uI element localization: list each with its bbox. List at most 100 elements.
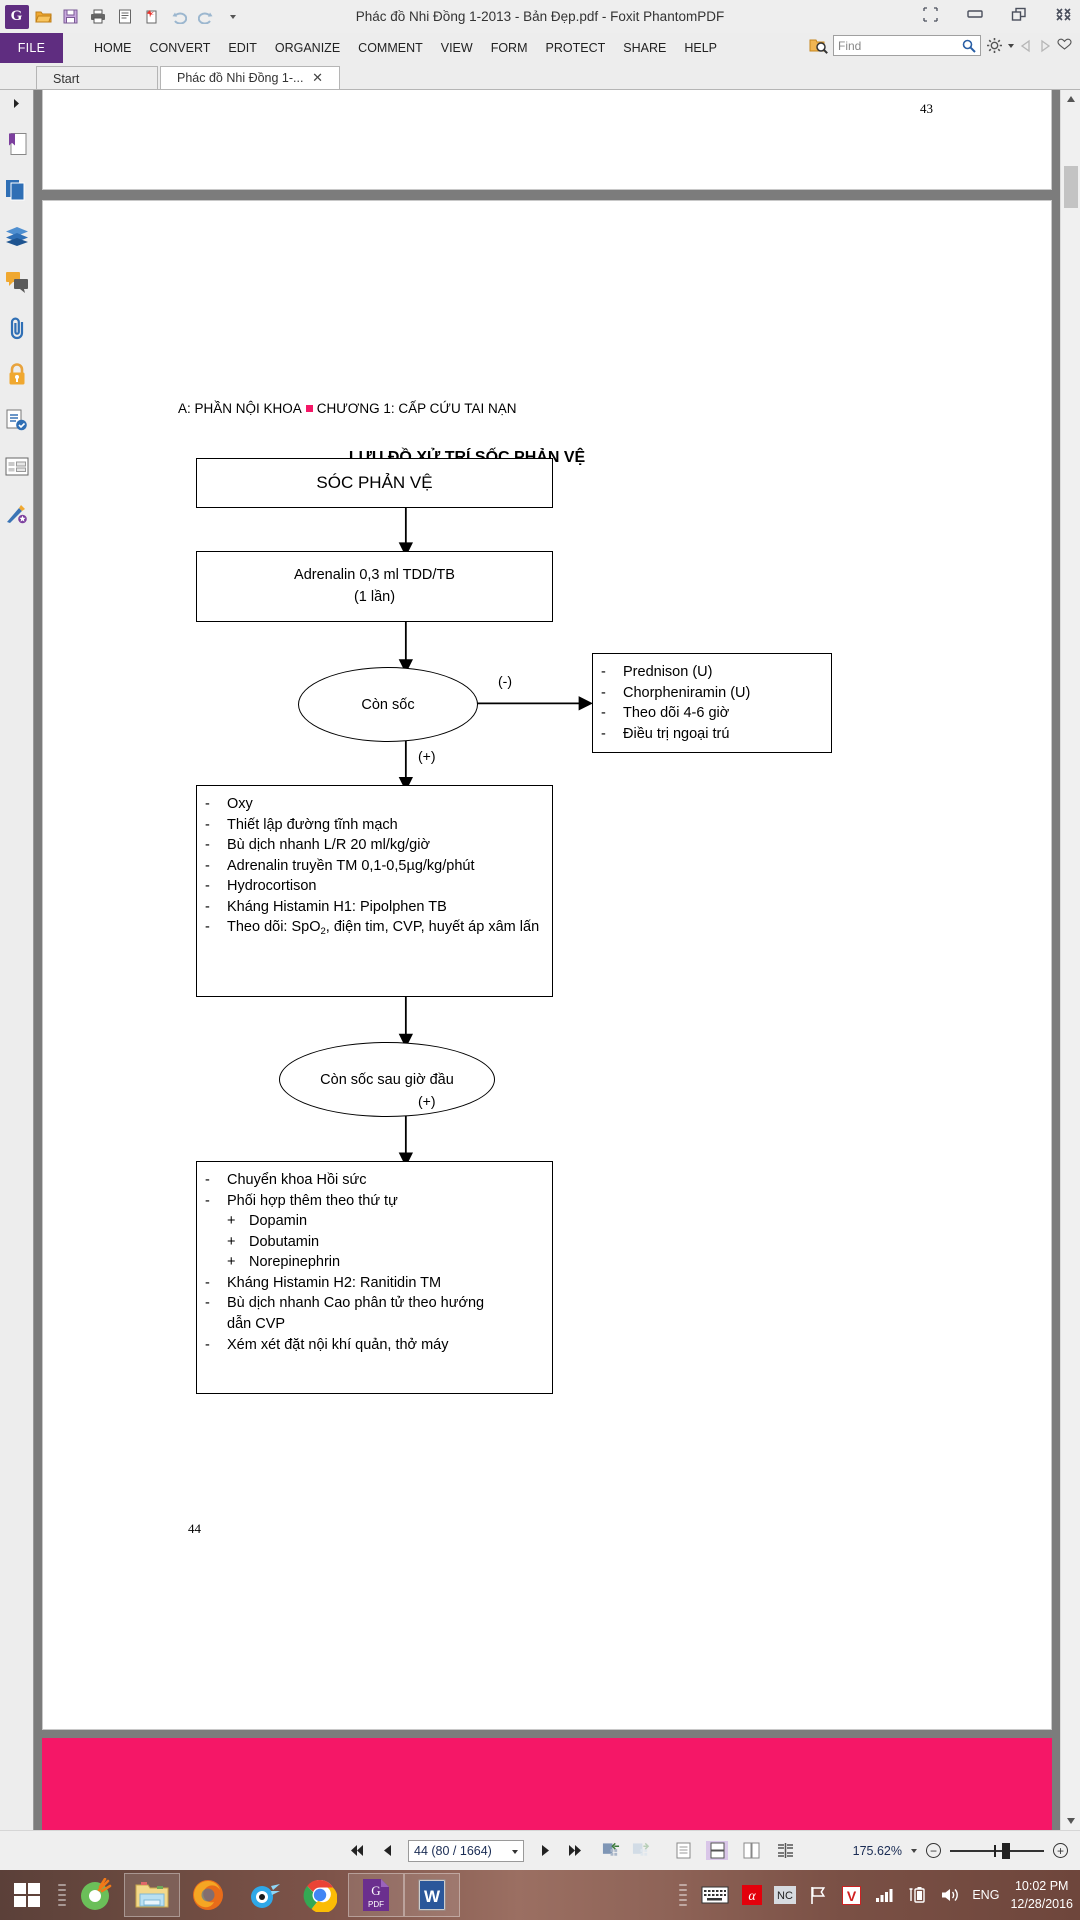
- uget-download-manager-icon[interactable]: [68, 1873, 124, 1917]
- insert-pages-before-icon[interactable]: [602, 1842, 620, 1860]
- foxit-phantompdf-icon[interactable]: G PDF: [348, 1873, 404, 1917]
- gear-icon[interactable]: [986, 37, 1003, 54]
- qat-dropdown-icon[interactable]: [220, 4, 245, 29]
- list-item-text: Chorpheniramin (U): [623, 684, 751, 701]
- menu-share[interactable]: SHARE: [614, 33, 675, 63]
- next-page-icon[interactable]: [536, 1842, 554, 1860]
- list-item-text: dẫn CVP: [227, 1316, 286, 1333]
- menu-convert[interactable]: CONVERT: [141, 33, 220, 63]
- zoom-slider-thumb[interactable]: [1002, 1842, 1010, 1859]
- page-dropdown-icon[interactable]: [512, 1849, 518, 1854]
- continuous-scroll-view-icon[interactable]: [706, 1841, 728, 1860]
- scroll-down-icon[interactable]: [1061, 1812, 1080, 1830]
- zoom-slider[interactable]: [950, 1842, 1044, 1859]
- menu-comment[interactable]: COMMENT: [349, 33, 432, 63]
- security-panel-icon[interactable]: [4, 361, 30, 387]
- taskbar-grip-handle[interactable]: [54, 1870, 68, 1920]
- print-icon[interactable]: [85, 4, 110, 29]
- firefox-icon[interactable]: [180, 1873, 236, 1917]
- two-page-view-icon[interactable]: [740, 1841, 762, 1860]
- single-page-view-icon[interactable]: [672, 1841, 694, 1860]
- layers-panel-icon[interactable]: [4, 223, 30, 249]
- flag-action-center-icon[interactable]: [807, 1884, 829, 1906]
- flow-node-adrenalin-line1: Adrenalin 0,3 ml TDD/TB: [294, 567, 455, 584]
- network-signal-icon[interactable]: [873, 1884, 895, 1906]
- last-page-icon[interactable]: [566, 1842, 584, 1860]
- scroll-up-icon[interactable]: [1061, 90, 1080, 108]
- find-options-dropdown-icon[interactable]: [1008, 43, 1014, 48]
- list-item: - Hydrocortison: [205, 876, 542, 897]
- tab-close-icon[interactable]: ✕: [312, 70, 323, 86]
- unikey-icon[interactable]: NC: [774, 1884, 797, 1906]
- close-icon[interactable]: [1052, 3, 1074, 25]
- battery-icon[interactable]: [906, 1884, 928, 1906]
- flow-node-adrenalin: Adrenalin 0,3 ml TDD/TB (1 lần): [196, 551, 553, 622]
- redo-icon[interactable]: [193, 4, 218, 29]
- attachments-panel-icon[interactable]: [4, 315, 30, 341]
- maximize-icon[interactable]: [1008, 3, 1030, 25]
- search-magnifier-icon[interactable]: [962, 39, 976, 56]
- menu-help[interactable]: HELP: [675, 33, 726, 63]
- language-indicator[interactable]: ENG: [972, 1888, 999, 1902]
- previous-page-icon[interactable]: [378, 1842, 396, 1860]
- minimize-icon[interactable]: [964, 3, 986, 25]
- foxit-app-icon[interactable]: G: [4, 4, 29, 29]
- flow-node-adrenalin-line2: (1 lần): [353, 588, 396, 605]
- list-item: - Thiết lập đường tĩnh mạch: [205, 815, 542, 836]
- expand-panel-arrow-icon[interactable]: [12, 98, 21, 111]
- digital-signature-panel-icon[interactable]: [4, 407, 30, 433]
- menu-view[interactable]: VIEW: [432, 33, 482, 63]
- tab-start[interactable]: Start: [36, 66, 158, 90]
- title-bar: G Phác đồ Nhi Đồng 1-2013 - Bản Đẹp.pdf …: [0, 0, 1080, 33]
- menu-edit[interactable]: EDIT: [219, 33, 265, 63]
- fields-panel-icon[interactable]: [4, 453, 30, 479]
- next-search-result-icon[interactable]: [1038, 39, 1052, 53]
- previous-search-result-icon[interactable]: [1019, 39, 1033, 53]
- open-icon[interactable]: [31, 4, 56, 29]
- list-item-text: Hydrocortison: [227, 878, 317, 895]
- search-folder-icon[interactable]: [809, 37, 828, 54]
- tray-grip-handle[interactable]: [675, 1870, 689, 1920]
- menu-organize[interactable]: ORGANIZE: [266, 33, 349, 63]
- google-chrome-icon[interactable]: [292, 1873, 348, 1917]
- first-page-icon[interactable]: [348, 1842, 366, 1860]
- menu-protect[interactable]: PROTECT: [537, 33, 615, 63]
- list-item-text: Bù dịch nhanh Cao phân tử theo hướng: [227, 1295, 485, 1312]
- bookmark-panel-icon[interactable]: [4, 131, 30, 157]
- page-number-input[interactable]: 44 (80 / 1664): [408, 1839, 524, 1862]
- list-item-text: Norepinephrin: [249, 1254, 341, 1271]
- microsoft-word-icon[interactable]: W: [404, 1873, 460, 1917]
- vietkey-icon[interactable]: V: [840, 1884, 862, 1906]
- undo-icon[interactable]: [166, 4, 191, 29]
- vertical-scrollbar[interactable]: [1060, 90, 1080, 1830]
- scrollbar-thumb[interactable]: [1064, 166, 1078, 208]
- menu-file[interactable]: FILE: [0, 33, 63, 63]
- new-from-file-icon[interactable]: [139, 4, 164, 29]
- touch-keyboard-icon[interactable]: [700, 1884, 730, 1906]
- zoom-in-button[interactable]: +: [1053, 1843, 1068, 1858]
- zoom-out-button[interactable]: −: [926, 1843, 941, 1858]
- avira-antivirus-icon[interactable]: α: [741, 1884, 763, 1906]
- email-document-icon[interactable]: [112, 4, 137, 29]
- insert-pages-after-icon[interactable]: [632, 1842, 650, 1860]
- stamps-panel-icon[interactable]: [4, 499, 30, 525]
- file-explorer-icon[interactable]: [124, 1873, 180, 1917]
- windows-start-icon[interactable]: [0, 1870, 54, 1920]
- page-thumbnails-icon[interactable]: [4, 177, 30, 203]
- clock[interactable]: 10:02 PM 12/28/2016: [1010, 1877, 1073, 1913]
- volume-icon[interactable]: [939, 1884, 961, 1906]
- menu-form[interactable]: FORM: [482, 33, 537, 63]
- zoom-dropdown-icon[interactable]: [911, 1848, 917, 1853]
- search-input[interactable]: Find: [833, 35, 981, 56]
- split-view-icon[interactable]: [774, 1841, 796, 1860]
- menu-home[interactable]: HOME: [85, 33, 141, 63]
- favorites-heart-icon[interactable]: [1057, 38, 1072, 53]
- tab-document[interactable]: Phác đồ Nhi Đồng 1-... ✕: [160, 66, 340, 90]
- save-icon[interactable]: [58, 4, 83, 29]
- baidu-browser-icon[interactable]: [236, 1873, 292, 1917]
- comments-panel-icon[interactable]: [4, 269, 30, 295]
- list-item-text: Prednison (U): [623, 664, 713, 680]
- restore-down-icon[interactable]: [920, 3, 942, 25]
- document-viewport[interactable]: 43 A: PHẦN NỘI KHOA CHƯƠNG 1: CẤP CỨU TA…: [34, 90, 1060, 1830]
- svg-text:NC: NC: [777, 1890, 793, 1902]
